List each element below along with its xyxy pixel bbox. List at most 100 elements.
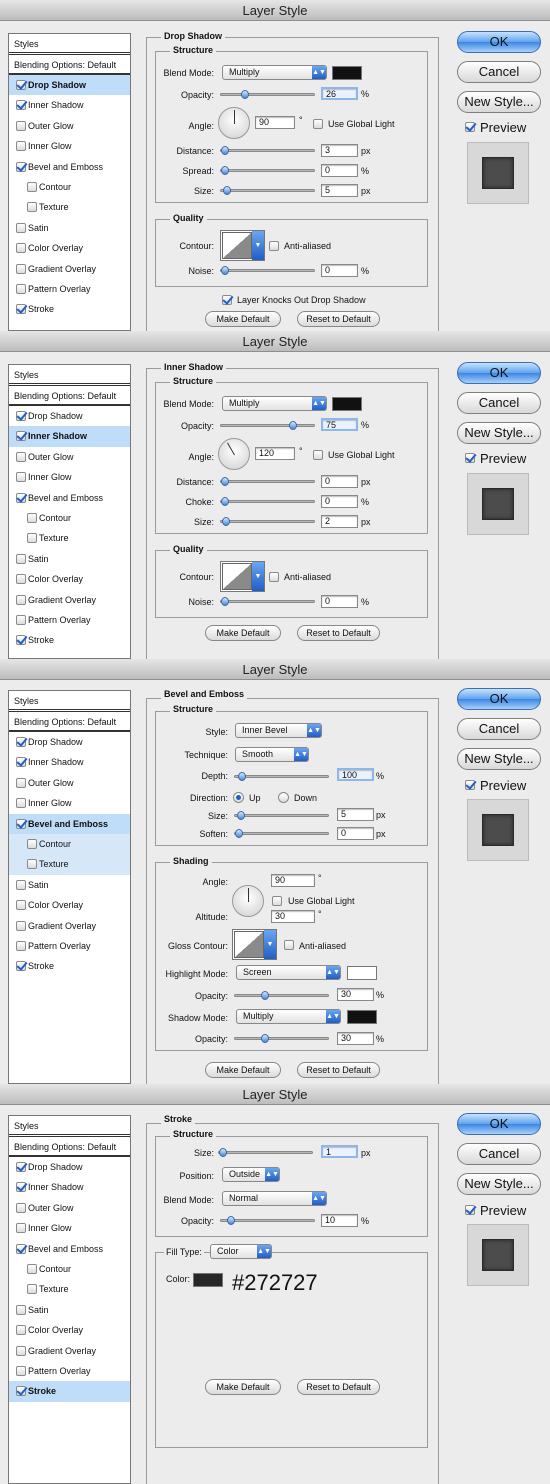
style-inner-glow[interactable]: Inner Glow (9, 136, 130, 156)
style-bevel-emboss[interactable]: Bevel and Emboss (9, 1239, 130, 1259)
style-inner-shadow[interactable]: Inner Shadow (9, 95, 130, 115)
slider-knob[interactable] (222, 517, 230, 526)
style-inner-glow[interactable]: Inner Glow (9, 467, 130, 487)
angle-dial[interactable] (232, 885, 264, 917)
slider-knob[interactable] (221, 477, 229, 486)
checkbox[interactable] (27, 533, 37, 544)
new-style-button[interactable]: New Style... (457, 91, 541, 113)
style-pattern-overlay[interactable]: Pattern Overlay (9, 936, 130, 956)
checkbox[interactable] (16, 879, 26, 890)
styles-header[interactable]: Styles (9, 691, 130, 712)
checkbox[interactable] (16, 757, 26, 768)
shadow-opacity-slider[interactable] (234, 1034, 329, 1043)
styles-header[interactable]: Styles (9, 365, 130, 386)
checkbox[interactable] (27, 512, 37, 523)
blending-options[interactable]: Blending Options: Default (9, 1137, 130, 1157)
checkbox[interactable] (16, 737, 26, 747)
angle-dial[interactable] (218, 438, 250, 470)
checkbox[interactable] (27, 202, 37, 213)
checkbox[interactable] (16, 900, 26, 911)
use-global-light-checkbox[interactable] (313, 119, 323, 129)
style-texture[interactable]: Texture (9, 528, 130, 548)
slider-knob[interactable] (261, 1034, 269, 1043)
checkbox[interactable] (16, 1304, 26, 1315)
preview-checkbox[interactable] (465, 780, 475, 790)
slider-knob[interactable] (227, 1216, 235, 1225)
anti-aliased-checkbox[interactable] (269, 572, 279, 582)
new-style-button[interactable]: New Style... (457, 422, 541, 444)
checkbox[interactable] (27, 1284, 37, 1295)
style-inner-glow[interactable]: Inner Glow (9, 793, 130, 813)
checkbox[interactable] (16, 411, 26, 421)
reset-default-button[interactable]: Reset to Default (297, 1062, 380, 1078)
distance-slider[interactable] (220, 146, 315, 155)
checkbox[interactable] (16, 451, 26, 462)
blend-mode-select[interactable]: Normal ▲▼ (222, 1191, 327, 1206)
checkbox[interactable] (16, 553, 26, 564)
style-texture[interactable]: Texture (9, 854, 130, 875)
style-texture[interactable]: Texture (9, 1279, 130, 1299)
contour-picker[interactable]: ▼ (220, 230, 265, 261)
checkbox[interactable] (16, 100, 26, 111)
slider-knob[interactable] (237, 811, 245, 820)
checkbox[interactable] (16, 1345, 26, 1356)
style-drop-shadow[interactable]: Drop Shadow (9, 1157, 130, 1177)
stroke-color-swatch[interactable] (193, 1273, 223, 1287)
use-global-light-checkbox[interactable] (272, 896, 282, 906)
checkbox[interactable] (16, 1202, 26, 1213)
checkbox[interactable] (16, 141, 26, 152)
ok-button[interactable]: OK (457, 31, 541, 53)
preview-checkbox[interactable] (465, 1205, 475, 1215)
style-inner-glow[interactable]: Inner Glow (9, 1218, 130, 1238)
checkbox[interactable] (16, 161, 26, 172)
style-bevel-emboss[interactable]: Bevel and Emboss (9, 157, 130, 177)
checkbox[interactable] (16, 1365, 26, 1376)
checkbox[interactable] (16, 492, 26, 503)
technique-select[interactable]: Smooth ▲▼ (235, 747, 309, 762)
style-gradient-overlay[interactable]: Gradient Overlay (9, 1341, 130, 1361)
altitude-field[interactable]: 30 (271, 910, 315, 923)
blend-mode-select[interactable]: Multiply ▲▼ (222, 396, 327, 411)
reset-default-button[interactable]: Reset to Default (297, 311, 380, 327)
checkbox[interactable] (16, 120, 26, 131)
checkbox[interactable] (27, 838, 37, 849)
anti-aliased-checkbox[interactable] (284, 940, 294, 950)
slider-knob[interactable] (241, 90, 249, 99)
highlight-color-swatch[interactable] (347, 966, 377, 980)
slider-knob[interactable] (221, 146, 229, 155)
slider-knob[interactable] (219, 1148, 227, 1157)
ok-button[interactable]: OK (457, 362, 541, 384)
checkbox[interactable] (16, 222, 26, 233)
make-default-button[interactable]: Make Default (205, 1062, 281, 1078)
slider-knob[interactable] (261, 991, 269, 1000)
ok-button[interactable]: OK (457, 688, 541, 710)
opacity-slider[interactable] (220, 1216, 315, 1225)
style-texture[interactable]: Texture (9, 197, 130, 217)
gloss-contour-picker[interactable]: ▼ (232, 929, 277, 960)
style-pattern-overlay[interactable]: Pattern Overlay (9, 610, 130, 630)
checkbox[interactable] (16, 614, 26, 625)
knockout-checkbox[interactable] (222, 295, 232, 305)
angle-field[interactable]: 90 (271, 874, 315, 887)
checkbox[interactable] (27, 859, 37, 870)
slider-knob[interactable] (221, 597, 229, 606)
style-outer-glow[interactable]: Outer Glow (9, 116, 130, 136)
slider-knob[interactable] (238, 772, 246, 781)
checkbox[interactable] (16, 1162, 26, 1172)
style-outer-glow[interactable]: Outer Glow (9, 773, 130, 793)
style-drop-shadow[interactable]: Drop Shadow (9, 75, 130, 96)
style-inner-shadow[interactable]: Inner Shadow (9, 1177, 130, 1197)
style-inner-shadow[interactable]: Inner Shadow (9, 752, 130, 772)
cancel-button[interactable]: Cancel (457, 1143, 541, 1165)
new-style-button[interactable]: New Style... (457, 748, 541, 770)
angle-field[interactable]: 120 (255, 447, 295, 460)
spread-slider[interactable] (220, 166, 315, 175)
new-style-button[interactable]: New Style... (457, 1173, 541, 1195)
checkbox[interactable] (16, 243, 26, 254)
size-slider[interactable] (218, 1148, 313, 1157)
style-contour[interactable]: Contour (9, 508, 130, 528)
highlight-opacity-field[interactable]: 30 (337, 988, 374, 1001)
highlight-opacity-slider[interactable] (234, 991, 329, 1000)
ok-button[interactable]: OK (457, 1113, 541, 1135)
fill-type-select[interactable]: Color ▲▼ (210, 1244, 272, 1259)
